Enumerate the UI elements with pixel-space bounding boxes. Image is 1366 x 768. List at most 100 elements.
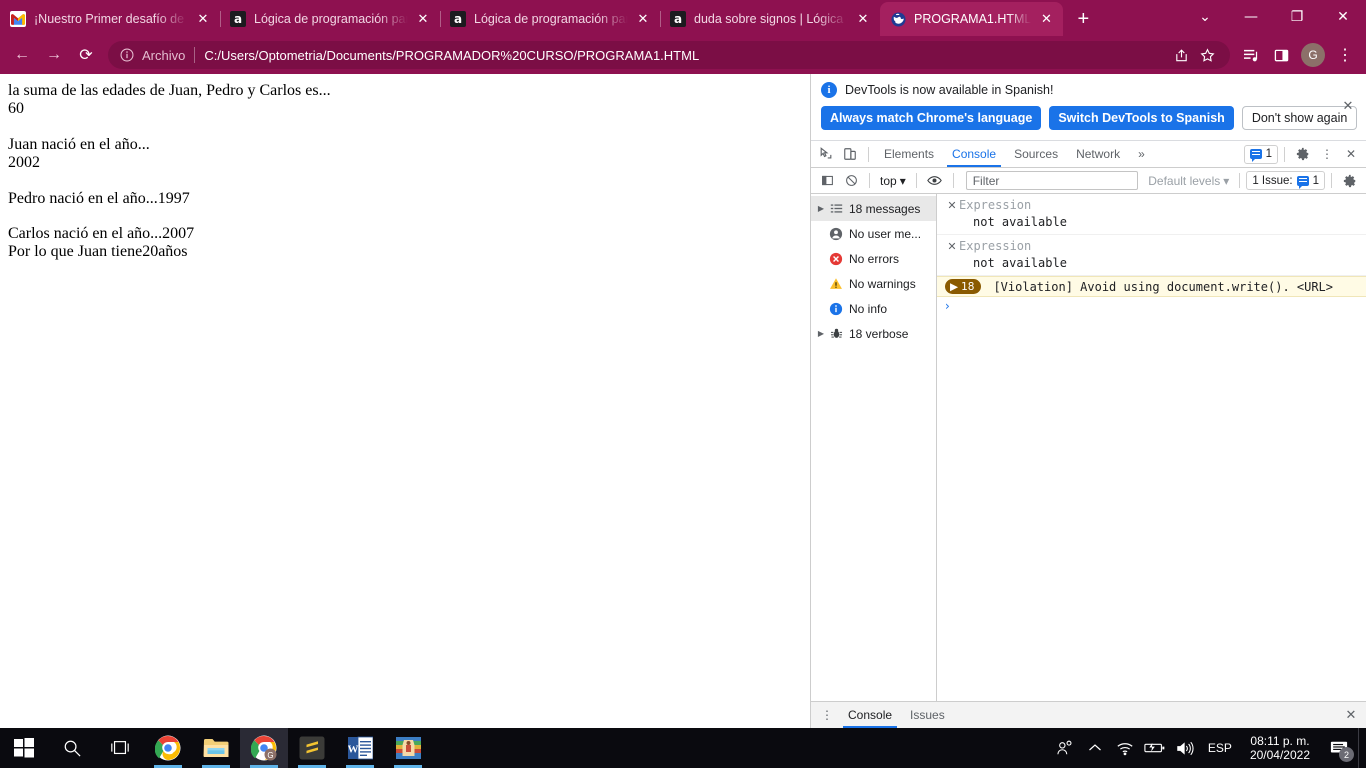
file-explorer-taskbar-icon[interactable] <box>192 728 240 768</box>
console-prompt[interactable]: › <box>937 297 1366 315</box>
sidebar-item-verbose[interactable]: ▶ 18 verbose <box>811 321 936 346</box>
live-expression-eye-icon[interactable] <box>923 169 947 193</box>
devtools-kebab-icon[interactable]: ⋮ <box>1315 142 1339 166</box>
expand-triangle-icon[interactable]: ▶ <box>815 329 827 338</box>
chevron-up-icon[interactable] <box>1080 728 1110 768</box>
remove-expression-icon[interactable]: ✕ <box>945 197 959 214</box>
infobar-close-icon[interactable]: ✕ <box>1340 98 1356 114</box>
issues-badge[interactable]: 1 Issue: 1 <box>1246 171 1325 190</box>
tab-title: duda sobre signos | Lógica d <box>694 12 848 26</box>
chrome-active-taskbar-icon[interactable]: G <box>240 728 288 768</box>
sidebar-item-info[interactable]: No info <box>811 296 936 321</box>
language-indicator[interactable]: ESP <box>1200 741 1240 755</box>
browser-tab-0[interactable]: ¡Nuestro Primer desafío de ló ✕ <box>0 2 220 36</box>
side-panel-icon[interactable] <box>1266 40 1296 70</box>
tab-sources[interactable]: Sources <box>1005 141 1067 167</box>
svg-text:G: G <box>267 751 273 760</box>
globe-icon <box>890 11 906 27</box>
show-desktop-button[interactable] <box>1358 728 1366 768</box>
minimize-icon[interactable]: — <box>1228 0 1274 34</box>
sublime-text-taskbar-icon[interactable] <box>288 728 336 768</box>
drawer-tab-issues[interactable]: Issues <box>901 702 954 728</box>
chrome-taskbar-icon[interactable] <box>144 728 192 768</box>
execution-context-dropdown[interactable]: top ▾ <box>876 174 910 188</box>
tab-elements[interactable]: Elements <box>875 141 943 167</box>
share-icon[interactable] <box>1168 42 1194 68</box>
task-view-button[interactable] <box>96 728 144 768</box>
page-spacer <box>8 208 802 225</box>
divider <box>869 173 870 188</box>
chevron-down-icon[interactable]: ⌄ <box>1182 0 1228 34</box>
message-value-line: not available <box>937 255 1366 272</box>
remove-expression-icon[interactable]: ✕ <box>945 238 959 255</box>
clock[interactable]: 08:11 p. m. 20/04/2022 <box>1240 734 1320 762</box>
sidebar-item-user-messages[interactable]: No user me... <box>811 221 936 246</box>
browser-tab-2[interactable]: a Lógica de programación part ✕ <box>440 2 660 36</box>
address-bar[interactable]: Archivo C:/Users/Optometria/Documents/PR… <box>108 41 1230 69</box>
browser-tab-1[interactable]: a Lógica de programación part ✕ <box>220 2 440 36</box>
maximize-icon[interactable]: ❐ <box>1274 0 1320 34</box>
always-match-language-button[interactable]: Always match Chrome's language <box>821 106 1042 130</box>
device-toolbar-icon[interactable] <box>838 142 862 166</box>
violation-count-badge[interactable]: ▶ 18 <box>945 279 982 294</box>
people-icon[interactable] <box>1050 728 1080 768</box>
site-info-icon[interactable] <box>118 46 136 64</box>
new-tab-button[interactable]: + <box>1069 5 1097 33</box>
inspect-element-icon[interactable] <box>814 142 838 166</box>
message-count-badge[interactable]: 1 <box>1243 144 1278 164</box>
info-icon <box>827 302 845 316</box>
console-message-list[interactable]: ✕ Expression not available ✕ Expression <box>937 194 1366 701</box>
drawer-close-icon[interactable]: ✕ <box>1340 704 1362 726</box>
volume-icon[interactable] <box>1170 728 1200 768</box>
console-message-row[interactable]: ✕ Expression not available <box>937 235 1366 276</box>
console-sidebar-toggle-icon[interactable] <box>815 169 839 193</box>
chrome-menu-icon[interactable]: ⋮ <box>1330 40 1360 70</box>
back-icon[interactable]: ← <box>7 40 37 70</box>
sidebar-item-messages[interactable]: ▶ 18 messages <box>811 196 936 221</box>
gear-icon[interactable] <box>1291 142 1315 166</box>
log-levels-dropdown[interactable]: Default levels ▾ <box>1144 174 1233 188</box>
sidebar-item-label: No info <box>849 301 888 316</box>
drawer-kebab-icon[interactable]: ⋮ <box>815 703 839 727</box>
user-icon <box>827 227 845 241</box>
drawer-tab-console[interactable]: Console <box>839 702 901 728</box>
close-icon[interactable]: ✕ <box>634 10 652 28</box>
close-icon[interactable]: ✕ <box>1037 10 1055 28</box>
console-violation-row[interactable]: ▶ 18 [Violation] Avoid using document.wr… <box>937 276 1366 297</box>
notification-center-button[interactable]: 2 <box>1320 728 1358 768</box>
winrar-taskbar-icon[interactable] <box>384 728 432 768</box>
reload-icon[interactable]: ⟳ <box>71 40 101 70</box>
close-icon[interactable]: ✕ <box>414 10 432 28</box>
sidebar-item-errors[interactable]: No errors <box>811 246 936 271</box>
browser-tab-4-active[interactable]: PROGRAMA1.HTML ✕ <box>880 2 1064 36</box>
console-settings-gear-icon[interactable] <box>1338 169 1362 193</box>
filter-input[interactable]: Filter <box>965 171 1139 190</box>
window-close-icon[interactable]: ✕ <box>1320 0 1366 34</box>
battery-icon[interactable] <box>1140 728 1170 768</box>
start-button[interactable] <box>0 728 48 768</box>
search-button[interactable] <box>48 728 96 768</box>
expression-label: Expression <box>959 198 1032 212</box>
profile-avatar[interactable]: G <box>1301 43 1325 67</box>
media-control-icon[interactable] <box>1236 40 1266 70</box>
sidebar-item-warnings[interactable]: No warnings <box>811 271 936 296</box>
expand-triangle-icon[interactable]: ▶ <box>815 204 827 213</box>
word-taskbar-icon[interactable]: W <box>336 728 384 768</box>
console-message-row[interactable]: ✕ Expression not available <box>937 194 1366 235</box>
more-tabs-icon[interactable]: » <box>1129 141 1154 167</box>
tab-network[interactable]: Network <box>1067 141 1129 167</box>
devtools-infobar: i DevTools is now available in Spanish! … <box>811 74 1366 141</box>
platzi-icon: a <box>450 11 466 27</box>
clear-console-icon[interactable] <box>839 169 863 193</box>
expand-triangle-icon: ▶ <box>950 280 959 293</box>
forward-icon[interactable]: → <box>39 40 69 70</box>
devtools-close-icon[interactable]: ✕ <box>1339 142 1363 166</box>
close-icon[interactable]: ✕ <box>854 10 872 28</box>
browser-tab-3[interactable]: a duda sobre signos | Lógica d ✕ <box>660 2 880 36</box>
close-icon[interactable]: ✕ <box>194 10 212 28</box>
bookmark-star-icon[interactable] <box>1194 42 1220 68</box>
switch-to-spanish-button[interactable]: Switch DevTools to Spanish <box>1049 106 1234 130</box>
tab-console[interactable]: Console <box>943 141 1005 167</box>
wifi-icon[interactable] <box>1110 728 1140 768</box>
page-line: Carlos nació en el año...2007 <box>8 224 195 242</box>
